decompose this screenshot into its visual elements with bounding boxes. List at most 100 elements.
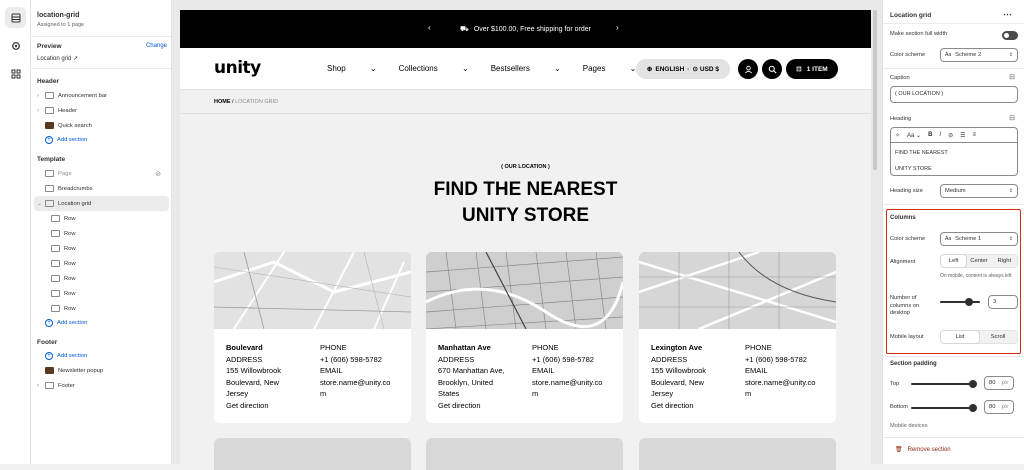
tree-item-newsletter-popup[interactable]: Newsletter popup (37, 363, 165, 378)
bullet-list-icon[interactable]: ☰ (960, 132, 965, 139)
heading-label: Heading (890, 116, 912, 122)
chevron-left-icon[interactable]: ‹ (428, 23, 431, 32)
email-value: store.name@unity.co (320, 377, 391, 387)
get-direction-link[interactable]: Get direction (226, 400, 316, 412)
trash-icon: 🗑 (895, 447, 903, 453)
locale-text: ENGLISH (655, 65, 685, 73)
location-card-partial (426, 438, 623, 470)
section-icon (45, 92, 54, 99)
add-section-footer[interactable]: + Add section (37, 349, 165, 363)
tree-item-row[interactable]: Row (37, 271, 165, 286)
breadcrumb-home[interactable]: HOME (214, 99, 231, 105)
store-logo[interactable]: unity (214, 58, 261, 78)
heading-editor[interactable]: FIND THE NEAREST UNITY STORE (890, 142, 1018, 176)
get-direction-link[interactable]: Get direction (651, 400, 741, 412)
tree-item-announcement-bar[interactable]: › Announcement bar (37, 88, 165, 103)
tree-item-row[interactable]: Row (37, 241, 165, 256)
preview-scrollbar[interactable] (873, 10, 877, 170)
padding-bottom-slider-track[interactable] (911, 407, 976, 409)
apps-icon[interactable] (5, 63, 26, 84)
tree-item-row[interactable]: Row (37, 226, 165, 241)
chevron-right-icon[interactable]: › (37, 383, 45, 389)
padding-bottom-input[interactable]: 80 px (984, 400, 1014, 414)
email-value-cont: m (532, 389, 539, 399)
add-section-template[interactable]: + Add section (37, 316, 165, 330)
menu-item-shop[interactable]: Shop ⌄ (327, 64, 377, 73)
location-name: Lexington Ave (651, 343, 703, 352)
menu-item-pages[interactable]: Pages ⌄ (583, 64, 637, 73)
full-width-toggle[interactable] (1002, 31, 1018, 40)
tree-item-row[interactable]: Row (37, 256, 165, 271)
full-width-label: Make section full width (890, 31, 948, 37)
block-icon (51, 290, 60, 297)
icon-rail (0, 0, 31, 464)
chevron-right-icon[interactable]: › (37, 108, 45, 114)
address-line: 155 Willowbrook (226, 366, 282, 376)
get-direction-link[interactable]: Get direction (438, 400, 528, 412)
section-tree-panel: location-grid Assigned to 1 page Preview… (31, 0, 172, 464)
search-icon[interactable] (762, 59, 782, 79)
caption-input[interactable]: ( OUR LOCATION ) (890, 86, 1018, 103)
padding-top-slider-track[interactable] (911, 383, 976, 385)
rich-text-toolbar: ✧ Aa ⌄ B I ⊘ ☰ ≡ (890, 127, 1018, 142)
location-card: Boulevard ADDRESS 155 Willowbrook Boulev… (214, 252, 411, 423)
tree-item-header[interactable]: › Header (37, 103, 165, 118)
remove-section-label: Remove section (907, 446, 951, 453)
plus-circle-icon: + (45, 319, 53, 327)
tree-item-page[interactable]: Page ⊘ (37, 166, 165, 181)
tree-item-location-grid[interactable]: ⌄ Location grid (34, 196, 169, 211)
tree-item-row[interactable]: Row (37, 301, 165, 316)
dynamic-source-icon[interactable]: ⊟ (1009, 73, 1015, 81)
chevron-down-icon[interactable]: ⌄ (37, 200, 45, 207)
add-section-header[interactable]: + Add section (37, 133, 165, 147)
address-line: Boulevard, New (651, 377, 704, 387)
numbered-list-icon[interactable]: ≡ (973, 132, 977, 138)
tree-item-footer[interactable]: › Footer (37, 378, 165, 393)
block-icon (51, 260, 60, 267)
padding-bottom-slider-knob[interactable] (969, 404, 977, 412)
tree-item-label: Page (58, 170, 72, 177)
menu-item-collections[interactable]: Collections ⌄ (399, 64, 469, 73)
section-icon (45, 170, 54, 177)
chevron-right-icon[interactable]: › (616, 23, 619, 32)
phone-label: PHONE (532, 343, 559, 352)
settings-gear-icon[interactable] (5, 35, 26, 56)
heading-size-select[interactable]: Medium ⇕ (940, 184, 1018, 198)
italic-icon[interactable]: I (939, 132, 941, 138)
menu-item-bestsellers[interactable]: Bestsellers ⌄ (491, 64, 561, 73)
bold-icon[interactable]: B (928, 132, 932, 138)
chevron-updown-icon: ⇕ (1008, 188, 1013, 194)
change-link[interactable]: Change (146, 43, 167, 49)
chevron-right-icon[interactable]: › (37, 93, 45, 99)
highlight-box-columns (886, 209, 1021, 354)
hidden-eye-icon[interactable]: ⊘ (155, 170, 161, 178)
tree-item-quick-search[interactable]: Quick search (37, 118, 165, 133)
tree-item-label: Announcement bar (58, 92, 107, 99)
heading-size-value: Medium (945, 188, 966, 194)
tree-item-row[interactable]: Row (37, 286, 165, 301)
padding-top-slider-knob[interactable] (969, 380, 977, 388)
locale-currency-selector[interactable]: ⊕ ENGLISH · ⊙ USD $ (636, 59, 730, 79)
padding-top-input[interactable]: 80 px (984, 376, 1014, 390)
sections-icon[interactable] (5, 7, 26, 28)
storefront-preview: ‹ ⛟ Over $100.00, Free shipping for orde… (180, 10, 871, 470)
phone-label: PHONE (320, 343, 347, 352)
link-icon[interactable]: ⊘ (948, 132, 953, 139)
map-image (426, 252, 623, 329)
magic-icon[interactable]: ✧ (895, 132, 900, 139)
preview-value[interactable]: Location grid ↗ (37, 55, 165, 62)
cart-button[interactable]: ⊡ 1 ITEM (786, 59, 838, 79)
block-icon (51, 215, 60, 222)
text-style-icon[interactable]: Aa ⌄ (907, 132, 921, 139)
remove-section-button[interactable]: 🗑 Remove section (895, 446, 951, 454)
tree-item-row[interactable]: Row (37, 211, 165, 226)
plus-circle-icon: + (45, 352, 53, 360)
cart-icon: ⊡ (796, 66, 802, 73)
color-scheme-select[interactable]: Aa Scheme 2 ⇕ (940, 48, 1018, 62)
tree-item-label: Newsletter popup (58, 367, 104, 374)
dynamic-source-icon[interactable]: ⊟ (1009, 114, 1015, 122)
tree-item-breadcrumbs[interactable]: Breadcrumbs (37, 181, 165, 196)
account-icon[interactable] (738, 59, 758, 79)
main-menu: Shop ⌄ Collections ⌄ Bestsellers ⌄ Pages… (327, 64, 658, 73)
more-options-icon[interactable]: ⋯ (1003, 9, 1012, 20)
